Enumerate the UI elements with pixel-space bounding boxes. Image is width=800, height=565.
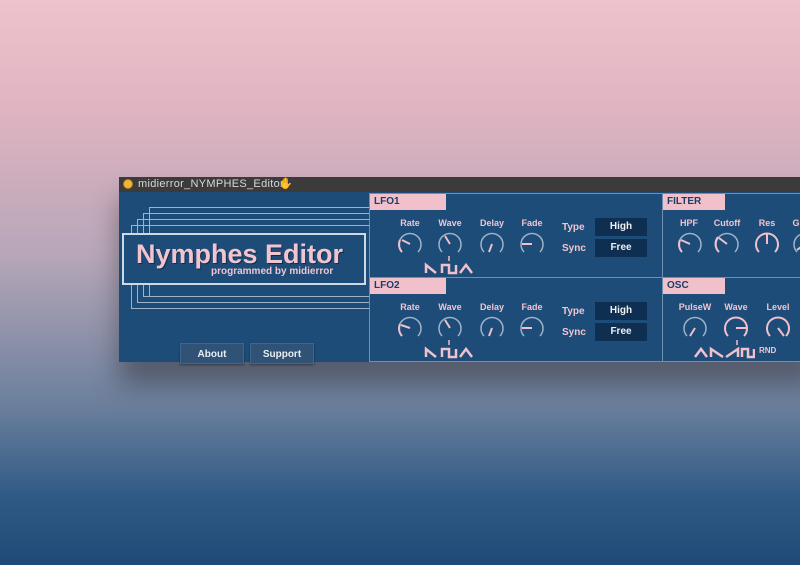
osc-wave-knob[interactable] xyxy=(722,314,750,342)
lfo2-type-select[interactable]: High xyxy=(595,302,647,320)
brand-area: Nymphes Editor programmed by midierror A… xyxy=(119,192,371,364)
about-button[interactable]: About xyxy=(180,343,244,364)
logo-box: Nymphes Editor programmed by midierror xyxy=(122,233,366,285)
lfo1-fade-label: Fade xyxy=(521,218,543,228)
lfo2-fade-label: Fade xyxy=(521,302,543,312)
support-button[interactable]: Support xyxy=(250,343,314,364)
filter-panel: FILTER HPF Cutoff Res G xyxy=(662,193,800,278)
lfo2-sync-select[interactable]: Free xyxy=(595,323,647,341)
osc-rnd-button[interactable]: RND xyxy=(759,346,776,355)
lfo1-sync-select[interactable]: Free xyxy=(595,239,647,257)
lfo2-sync-label: Sync xyxy=(562,327,586,338)
lfo1-type-select[interactable]: High xyxy=(595,218,647,236)
lfo1-delay-knob[interactable] xyxy=(478,230,506,258)
editor-window: midierror_NYMPHES_Editor ✋ Nymphes Edito… xyxy=(119,177,800,364)
osc-pulsew-knob[interactable] xyxy=(681,314,709,342)
lfo1-delay-label: Delay xyxy=(479,218,505,228)
lfo2-type-label: Type xyxy=(562,306,585,317)
filter-g-knob[interactable] xyxy=(791,230,800,258)
lfo1-label: LFO1 xyxy=(370,194,446,210)
lfo2-panel: LFO2 Rate Wave Delay Fade Type High Sync… xyxy=(369,277,663,362)
app-logo-subtitle: programmed by midierror xyxy=(211,266,334,277)
lfo2-wave-label: Wave xyxy=(438,302,462,312)
osc-wave-label: Wave xyxy=(724,302,748,312)
lfo1-sync-label: Sync xyxy=(562,243,586,254)
lfo1-rate-knob[interactable] xyxy=(396,230,424,258)
filter-label: FILTER xyxy=(663,194,725,210)
lfo1-rate-label: Rate xyxy=(400,218,420,228)
filter-cutoff-knob[interactable] xyxy=(713,230,741,258)
lfo2-rate-knob[interactable] xyxy=(396,314,424,342)
lfo1-wave-knob[interactable] xyxy=(436,230,464,258)
lfo2-label: LFO2 xyxy=(370,278,446,294)
osc-wave-shapes-icon[interactable] xyxy=(693,340,755,360)
lfo2-fade-knob[interactable] xyxy=(518,314,546,342)
close-dot-icon[interactable] xyxy=(123,179,133,189)
window-title: midierror_NYMPHES_Editor xyxy=(138,178,284,190)
lfo1-fade-knob[interactable] xyxy=(518,230,546,258)
lfo1-wave-label: Wave xyxy=(438,218,462,228)
drag-hand-icon: ✋ xyxy=(279,178,293,190)
lfo2-delay-label: Delay xyxy=(479,302,505,312)
osc-label: OSC xyxy=(663,278,725,294)
filter-g-label: G xyxy=(792,218,800,228)
osc-pulsew-label: PulseW xyxy=(678,302,712,312)
filter-hpf-label: HPF xyxy=(680,218,698,228)
lfo2-wave-knob[interactable] xyxy=(436,314,464,342)
osc-panel: OSC PulseW Wave Level RND xyxy=(662,277,800,362)
filter-hpf-knob[interactable] xyxy=(676,230,704,258)
osc-level-label: Level xyxy=(766,302,790,312)
lfo1-wave-shapes-icon[interactable] xyxy=(424,256,474,276)
filter-res-knob[interactable] xyxy=(753,230,781,258)
lfo1-type-label: Type xyxy=(562,222,585,233)
lfo1-panel: LFO1 Rate Wave Delay Fade Type High Sync… xyxy=(369,193,663,278)
lfo2-wave-shapes-icon[interactable] xyxy=(424,340,474,360)
filter-cutoff-label: Cutoff xyxy=(713,218,741,228)
lfo2-delay-knob[interactable] xyxy=(478,314,506,342)
title-bar[interactable]: midierror_NYMPHES_Editor ✋ xyxy=(119,177,800,192)
lfo2-rate-label: Rate xyxy=(400,302,420,312)
osc-level-knob[interactable] xyxy=(764,314,792,342)
